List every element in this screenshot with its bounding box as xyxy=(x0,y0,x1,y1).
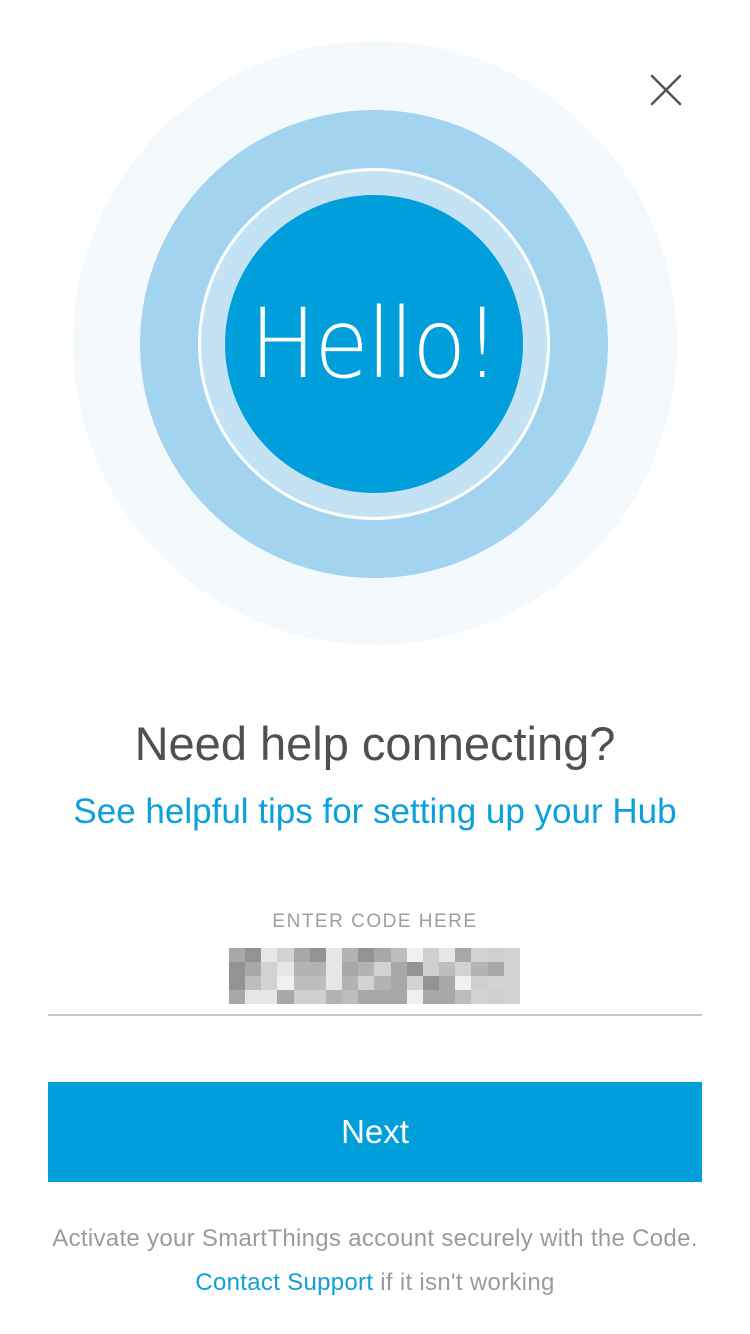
support-message: Contact Support if it isn't working xyxy=(0,1266,750,1300)
close-button[interactable] xyxy=(640,64,692,116)
obscured-code-value xyxy=(229,948,520,1004)
code-input[interactable] xyxy=(48,940,702,1016)
activate-message: Activate your SmartThings account secure… xyxy=(52,1225,698,1252)
hello-text: Hello! xyxy=(249,288,500,400)
hello-illustration: Hello! xyxy=(0,0,750,680)
help-heading: Need help connecting? xyxy=(134,717,616,770)
helpful-tips-link[interactable]: See helpful tips for setting up your Hub xyxy=(0,784,750,840)
close-icon xyxy=(650,74,682,106)
hub-activation-screen: Hello! Need help connecting? See helpful… xyxy=(0,0,750,1334)
support-message-suffix: if it isn't working xyxy=(373,1269,555,1296)
code-field-label: ENTER CODE HERE xyxy=(272,911,478,932)
contact-support-link[interactable]: Contact Support xyxy=(195,1269,373,1296)
next-button[interactable]: Next xyxy=(48,1082,702,1182)
hello-circle: Hello! xyxy=(225,195,523,493)
